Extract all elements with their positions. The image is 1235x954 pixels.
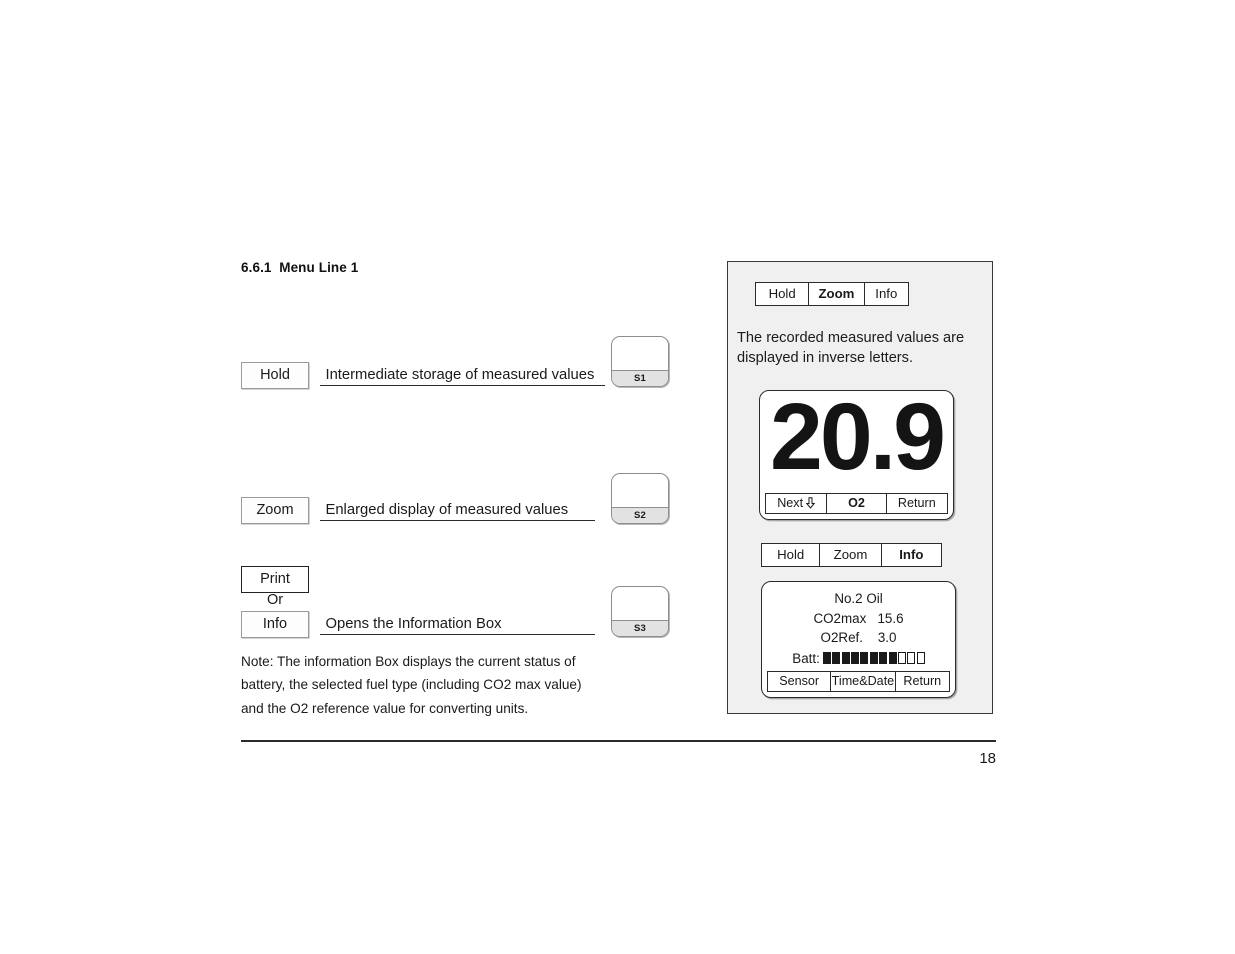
flow-description-hold: Intermediate storage of measured values bbox=[325, 367, 595, 383]
battery-label: Batt: bbox=[792, 650, 820, 666]
info-battery-row: Batt: bbox=[762, 649, 955, 669]
key-button-zoom[interactable]: Zoom bbox=[241, 497, 309, 524]
info-softkey-timedate[interactable]: Time&Date bbox=[831, 672, 896, 691]
or-label: Or bbox=[266, 592, 284, 608]
underline-zoom bbox=[320, 520, 595, 521]
panel-caption-line-1: The recorded measured values are bbox=[737, 330, 965, 346]
menubar-info-item-info[interactable]: Info bbox=[881, 544, 941, 566]
menubar-info: Hold Zoom Info bbox=[761, 543, 942, 567]
battery-bar-filled bbox=[869, 652, 878, 665]
softkey-s3-label: S3 bbox=[612, 620, 668, 636]
info-o2ref: O2Ref. 3.0 bbox=[820, 630, 897, 645]
note-paragraph: Note: The information Box displays the c… bbox=[241, 650, 641, 720]
info-softkey-return[interactable]: Return bbox=[896, 672, 949, 691]
softkey-s2[interactable]: S2 bbox=[611, 473, 669, 524]
softkey-s1[interactable]: S1 bbox=[611, 336, 669, 387]
zoom-softkey-o2[interactable]: O2 bbox=[827, 494, 887, 513]
battery-bar-filled bbox=[832, 652, 841, 665]
panel-caption-line-2: displayed in inverse letters. bbox=[737, 350, 914, 366]
zoom-softkey-return[interactable]: Return bbox=[887, 494, 947, 513]
info-softkey-sensor[interactable]: Sensor bbox=[768, 672, 832, 691]
left-content-column: 6.6.1 Menu Line 1 bbox=[241, 260, 681, 275]
battery-bar-filled bbox=[879, 652, 888, 665]
device-illustration-panel: Hold Zoom Info The recorded measured val… bbox=[727, 261, 993, 714]
menubar-top-item-info[interactable]: Info bbox=[864, 283, 908, 305]
info-fuel-type: No.2 Oil bbox=[834, 591, 883, 606]
footer-divider bbox=[241, 740, 996, 742]
battery-level-icon bbox=[822, 652, 925, 665]
lcd-info-screen: No.2 Oil CO2max 15.6 O2Ref. 3.0 Batt: Se… bbox=[761, 581, 956, 698]
underline-info bbox=[320, 634, 595, 635]
note-line-2: battery, the selected fuel type (includi… bbox=[241, 677, 582, 693]
flow-description-zoom: Enlarged display of measured values bbox=[325, 502, 569, 518]
battery-bar-empty bbox=[907, 652, 916, 665]
flow-description-info: Opens the Information Box bbox=[325, 616, 502, 632]
manual-page: 6.6.1 Menu Line 1 Hold Intermediate stor… bbox=[0, 0, 1235, 954]
battery-bar-empty bbox=[897, 652, 906, 665]
menubar-top-item-hold[interactable]: Hold bbox=[756, 283, 810, 305]
key-button-info[interactable]: Info bbox=[241, 611, 309, 638]
panel-caption: The recorded measured values are display… bbox=[737, 328, 989, 368]
info-co2max: CO2max 15.6 bbox=[813, 610, 904, 626]
info-softkey-bar: Sensor Time&Date Return bbox=[767, 671, 950, 692]
menubar-top-item-zoom[interactable]: Zoom bbox=[809, 283, 865, 305]
page-title: 6.6.1 Menu Line 1 bbox=[241, 260, 359, 275]
menubar-info-item-zoom[interactable]: Zoom bbox=[820, 544, 882, 566]
lcd-zoom-screen: 20.9 Next O2 Return bbox=[759, 390, 954, 520]
softkey-s1-label: S1 bbox=[612, 370, 668, 386]
note-line-1: Note: The information Box displays the c… bbox=[241, 654, 576, 669]
zoom-softkey-next[interactable]: Next bbox=[766, 494, 828, 515]
key-button-print[interactable]: Print bbox=[241, 566, 309, 593]
battery-bar-empty bbox=[916, 652, 925, 665]
battery-bar-filled bbox=[841, 652, 850, 665]
zoom-softkey-next-label: Next bbox=[777, 496, 804, 510]
battery-bar-filled bbox=[888, 652, 897, 665]
flow-row-or: Or bbox=[241, 591, 309, 609]
softkey-s2-label: S2 bbox=[612, 507, 668, 523]
menubar-top: Hold Zoom Info bbox=[755, 282, 909, 306]
page-number: 18 bbox=[979, 750, 996, 767]
arrow-down-icon bbox=[805, 496, 816, 515]
battery-bar-filled bbox=[822, 652, 831, 665]
zoom-softkey-bar: Next O2 Return bbox=[765, 493, 948, 514]
underline-hold bbox=[320, 385, 605, 386]
zoom-measured-value: 20.9 bbox=[770, 390, 946, 490]
battery-bar-filled bbox=[860, 652, 869, 665]
flow-row-print: Print bbox=[241, 566, 309, 593]
note-line-3: and the O2 reference value for convertin… bbox=[241, 700, 529, 716]
softkey-s3[interactable]: S3 bbox=[611, 586, 669, 637]
info-screen-lines: No.2 Oil CO2max 15.6 O2Ref. 3.0 Batt: bbox=[762, 589, 955, 668]
key-button-hold[interactable]: Hold bbox=[241, 362, 309, 389]
menubar-info-item-hold[interactable]: Hold bbox=[762, 544, 821, 566]
battery-bar-filled bbox=[850, 652, 859, 665]
